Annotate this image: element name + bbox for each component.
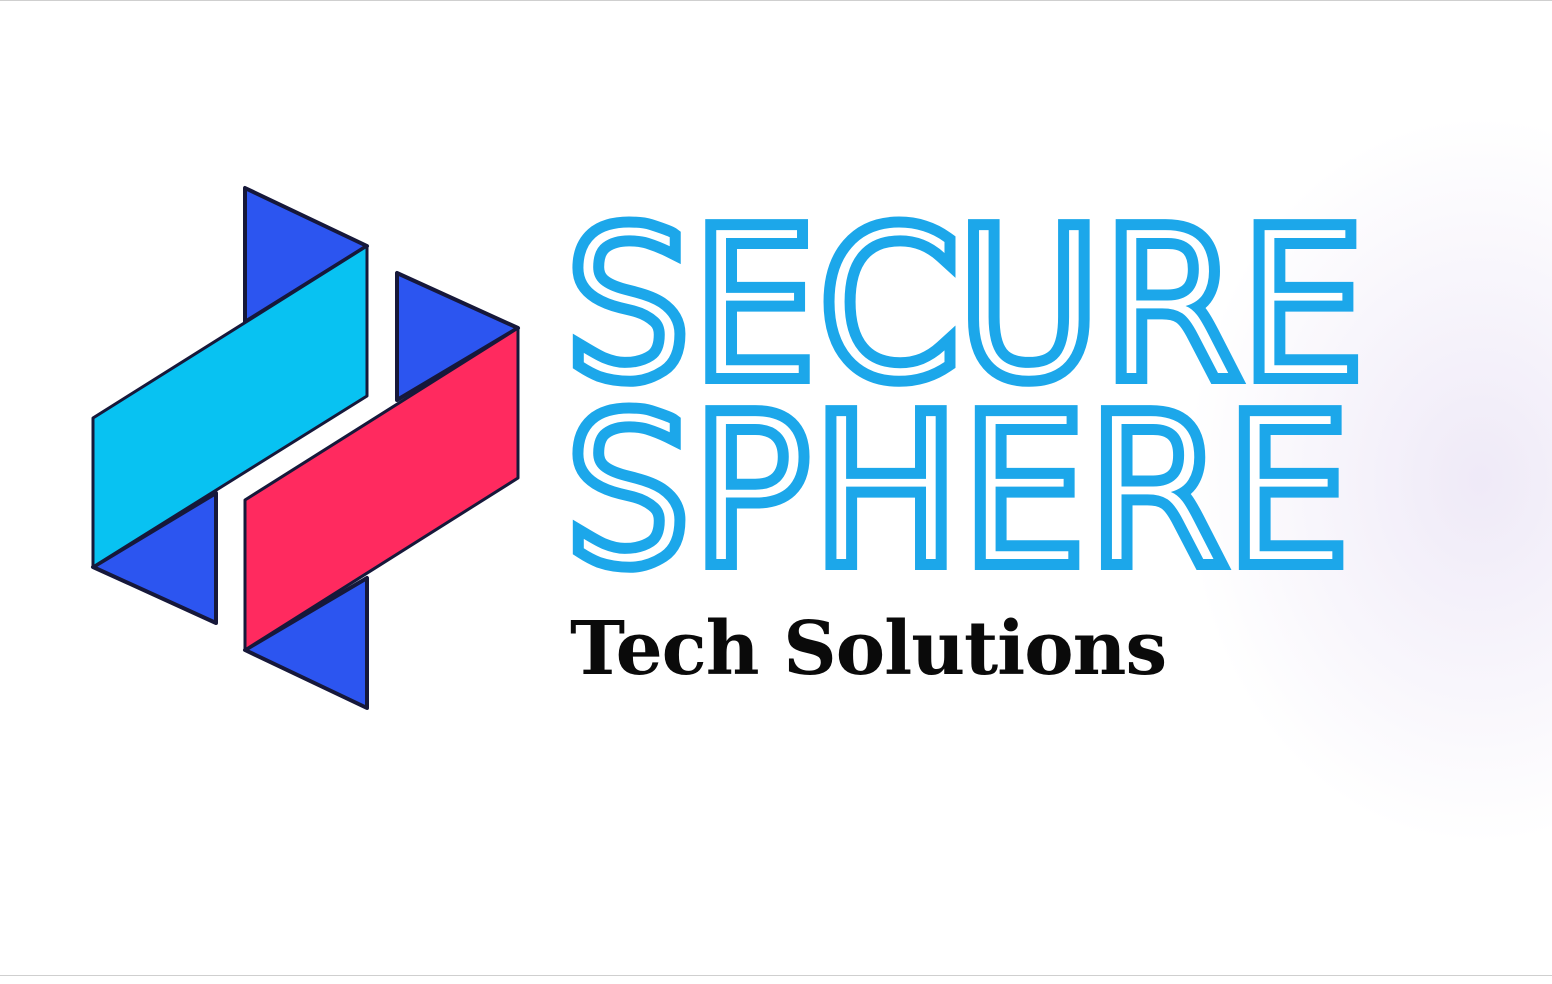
top-border [0, 0, 1552, 1]
securesphere-logo-mark-icon [91, 186, 520, 710]
logo-canvas: SECURE SECURE SPHERE SPHERE Tech Solutio… [0, 0, 1552, 984]
brand-name-line-2-fill: SPHERE [566, 378, 1352, 606]
bottom-border [0, 975, 1552, 976]
tagline: Tech Solutions [570, 606, 1167, 692]
brand-name-line-1-fill: SECURE [566, 192, 1367, 420]
